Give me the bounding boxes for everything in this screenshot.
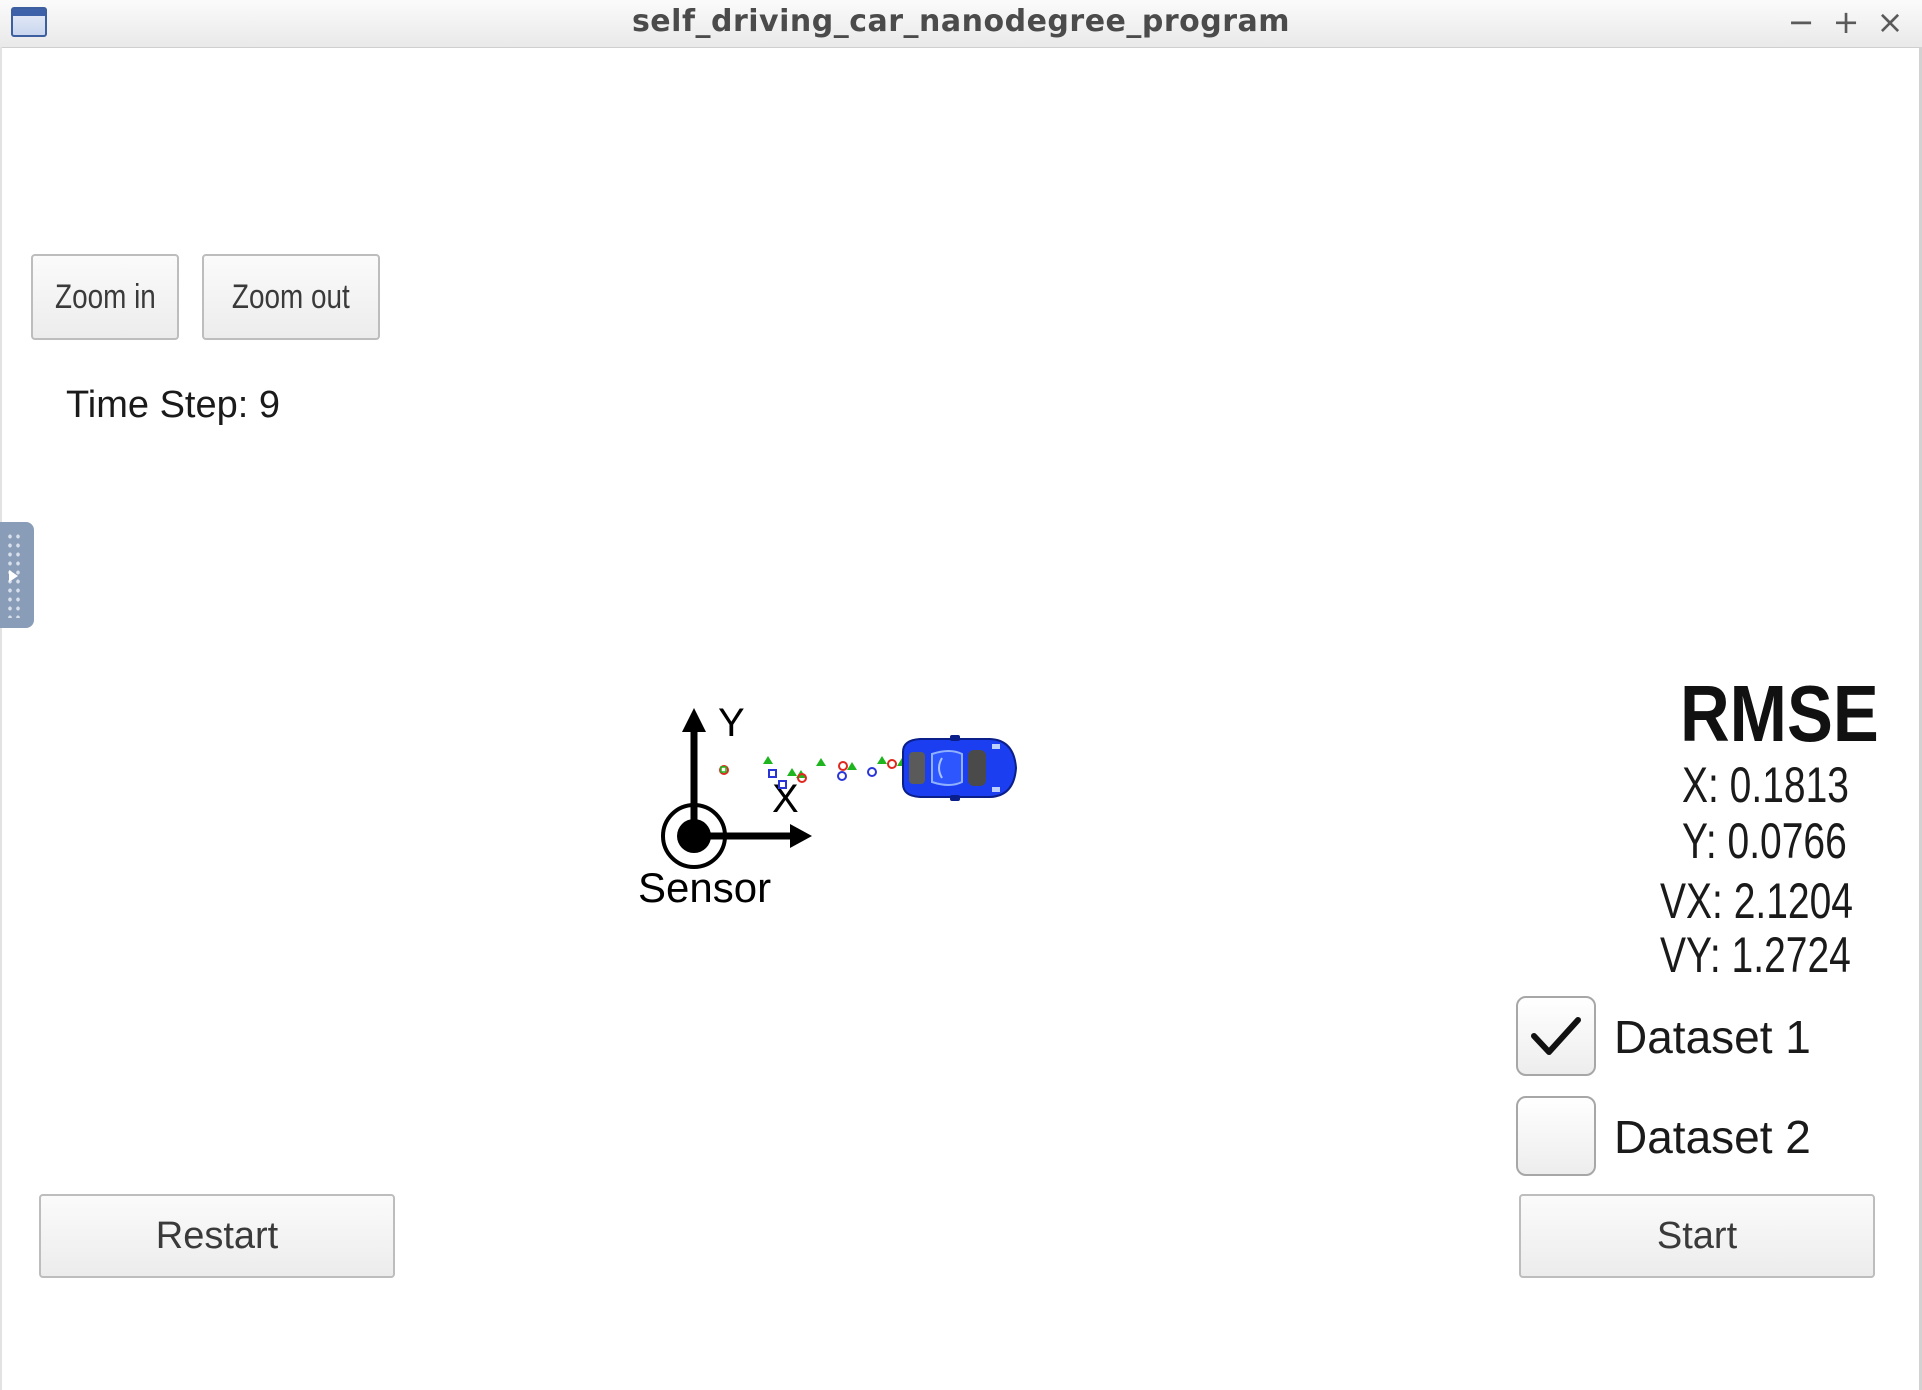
sensor-dot-icon <box>677 819 711 853</box>
title-bar[interactable]: self_driving_car_nanodegree_program − + … <box>0 0 1922 48</box>
y-axis-arrow-icon <box>682 708 706 732</box>
lidar-marker <box>887 759 897 769</box>
radar-marker <box>768 769 777 778</box>
simulator-window: self_driving_car_nanodegree_program − + … <box>0 0 1922 1390</box>
minimize-button[interactable]: − <box>1781 2 1821 42</box>
zoom-in-button[interactable]: Zoom in <box>31 254 179 340</box>
estimate-marker <box>720 766 727 773</box>
start-button[interactable]: Start <box>1519 1194 1875 1278</box>
lidar-marker <box>838 761 848 771</box>
zoom-out-label: Zoom out <box>232 278 350 316</box>
y-axis-label: Y <box>718 701 745 745</box>
estimate-marker <box>763 756 773 764</box>
checkmark-icon <box>1531 1017 1581 1055</box>
maximize-button[interactable]: + <box>1826 2 1866 42</box>
zoom-out-button[interactable]: Zoom out <box>202 254 380 340</box>
radar-marker <box>867 767 877 777</box>
dataset-2-label[interactable]: Dataset 2 <box>1614 1110 1811 1164</box>
window-title: self_driving_car_nanodegree_program <box>631 4 1291 39</box>
expand-arrow-icon <box>9 570 18 582</box>
estimate-marker <box>877 756 887 764</box>
rmse-x-value: X: 0.1813 <box>1682 757 1849 813</box>
sensor-label: Sensor <box>638 864 771 911</box>
dataset-1-label[interactable]: Dataset 1 <box>1614 1010 1811 1064</box>
side-panel-handle[interactable] <box>0 522 34 628</box>
radar-marker <box>837 771 847 781</box>
time-step-label: Time Step: 9 <box>66 384 281 426</box>
dataset-1-checkbox[interactable] <box>1516 996 1596 1076</box>
rmse-vy-value: VY: 1.2724 <box>1660 927 1851 983</box>
window-left-border <box>0 47 2 1390</box>
rmse-y-value: Y: 0.0766 <box>1682 813 1847 869</box>
measurement-markers <box>719 756 907 789</box>
restart-button[interactable]: Restart <box>39 1194 395 1278</box>
estimate-marker <box>847 762 857 770</box>
estimate-marker <box>787 768 797 776</box>
x-axis-arrow-icon <box>790 824 812 848</box>
dataset-2-checkbox[interactable] <box>1516 1096 1596 1176</box>
rmse-vx-value: VX: 2.1204 <box>1660 873 1853 929</box>
estimate-marker <box>816 758 826 766</box>
zoom-in-label: Zoom in <box>54 278 156 316</box>
car-icon <box>902 735 1018 801</box>
simulation-scene: Y X Sensor <box>638 701 1018 911</box>
rmse-title: RMSE <box>1680 669 1879 758</box>
close-button[interactable]: × <box>1870 2 1910 42</box>
